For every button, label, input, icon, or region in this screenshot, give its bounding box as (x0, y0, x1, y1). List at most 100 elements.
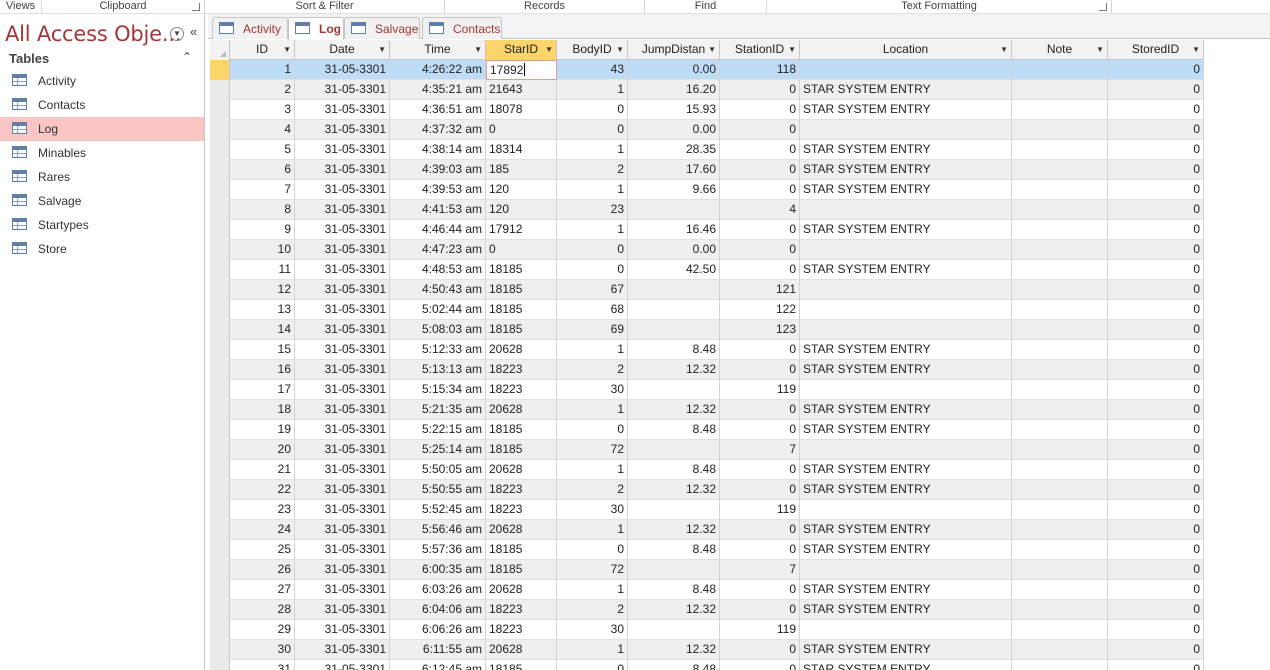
cell-note[interactable] (1012, 480, 1108, 500)
cell-bodyid[interactable]: 0 (557, 540, 628, 560)
cell-storedid[interactable]: 0 (1108, 300, 1204, 320)
column-header-time[interactable]: Time ▼ (390, 40, 486, 60)
cell-stationid[interactable]: 0 (720, 120, 800, 140)
record-selector[interactable] (210, 460, 230, 480)
cell-id[interactable]: 3 (230, 100, 295, 120)
cell-id[interactable]: 14 (230, 320, 295, 340)
cell-stationid[interactable]: 0 (720, 460, 800, 480)
cell-location[interactable]: STAR SYSTEM ENTRY (800, 360, 1012, 380)
record-selector[interactable] (210, 160, 230, 180)
cell-starid[interactable]: 18185 (486, 660, 557, 670)
cell-jumpdistance[interactable]: 0.00 (628, 240, 720, 260)
cell-date[interactable]: 31-05-3301 (295, 160, 390, 180)
cell-location[interactable]: STAR SYSTEM ENTRY (800, 340, 1012, 360)
cell-storedid[interactable]: 0 (1108, 180, 1204, 200)
record-selector[interactable] (210, 360, 230, 380)
cell-note[interactable] (1012, 440, 1108, 460)
cell-bodyid[interactable]: 1 (557, 340, 628, 360)
cell-storedid[interactable]: 0 (1108, 560, 1204, 580)
cell-location[interactable]: STAR SYSTEM ENTRY (800, 220, 1012, 240)
record-selector[interactable] (210, 280, 230, 300)
cell-date[interactable]: 31-05-3301 (295, 200, 390, 220)
cell-jumpdistance[interactable] (628, 620, 720, 640)
cell-stationid[interactable]: 7 (720, 440, 800, 460)
cell-location[interactable]: STAR SYSTEM ENTRY (800, 420, 1012, 440)
nav-item-log[interactable]: Log (0, 117, 204, 141)
select-all-corner[interactable] (210, 40, 230, 60)
cell-starid[interactable]: 18185 (486, 540, 557, 560)
cell-date[interactable]: 31-05-3301 (295, 80, 390, 100)
cell-note[interactable] (1012, 360, 1108, 380)
cell-note[interactable] (1012, 420, 1108, 440)
cell-date[interactable]: 31-05-3301 (295, 620, 390, 640)
cell-location[interactable] (800, 560, 1012, 580)
cell-note[interactable] (1012, 80, 1108, 100)
cell-starid[interactable]: 18223 (486, 500, 557, 520)
cell-jumpdistance[interactable]: 8.48 (628, 340, 720, 360)
cell-location[interactable]: STAR SYSTEM ENTRY (800, 140, 1012, 160)
cell-note[interactable] (1012, 140, 1108, 160)
nav-item-store[interactable]: Store (0, 237, 204, 261)
cell-note[interactable] (1012, 160, 1108, 180)
cell-time[interactable]: 4:39:03 am (390, 160, 486, 180)
cell-storedid[interactable]: 0 (1108, 320, 1204, 340)
cell-id[interactable]: 1 (230, 60, 295, 80)
cell-storedid[interactable]: 0 (1108, 60, 1204, 80)
cell-starid[interactable]: 0 (486, 120, 557, 140)
column-header-bodyid[interactable]: BodyID ▼ (557, 40, 628, 60)
cell-id[interactable]: 19 (230, 420, 295, 440)
record-selector[interactable] (210, 300, 230, 320)
cell-location[interactable] (800, 500, 1012, 520)
cell-location[interactable] (800, 280, 1012, 300)
cell-id[interactable]: 26 (230, 560, 295, 580)
cell-id[interactable]: 15 (230, 340, 295, 360)
cell-date[interactable]: 31-05-3301 (295, 460, 390, 480)
cell-note[interactable] (1012, 520, 1108, 540)
cell-starid[interactable]: 18223 (486, 360, 557, 380)
cell-time[interactable]: 4:48:53 am (390, 260, 486, 280)
cell-note[interactable] (1012, 640, 1108, 660)
cell-storedid[interactable]: 0 (1108, 380, 1204, 400)
cell-date[interactable]: 31-05-3301 (295, 360, 390, 380)
cell-time[interactable]: 4:36:51 am (390, 100, 486, 120)
cell-location[interactable]: STAR SYSTEM ENTRY (800, 80, 1012, 100)
cell-starid[interactable]: 0 (486, 240, 557, 260)
cell-stationid[interactable]: 0 (720, 400, 800, 420)
cell-date[interactable]: 31-05-3301 (295, 580, 390, 600)
filter-dropdown-icon[interactable]: ▼ (474, 40, 482, 59)
filter-dropdown-icon[interactable]: ▼ (1000, 40, 1008, 59)
filter-dropdown-icon[interactable]: ▼ (708, 40, 716, 59)
record-selector[interactable] (210, 500, 230, 520)
cell-note[interactable] (1012, 300, 1108, 320)
cell-date[interactable]: 31-05-3301 (295, 560, 390, 580)
cell-date[interactable]: 31-05-3301 (295, 400, 390, 420)
cell-id[interactable]: 25 (230, 540, 295, 560)
record-selector[interactable] (210, 120, 230, 140)
tab-activity[interactable]: Activity (212, 17, 288, 39)
cell-bodyid[interactable]: 1 (557, 220, 628, 240)
record-selector[interactable] (210, 220, 230, 240)
nav-item-startypes[interactable]: Startypes (0, 213, 204, 237)
cell-jumpdistance[interactable]: 8.48 (628, 460, 720, 480)
filter-dropdown-icon[interactable]: ▼ (545, 40, 553, 59)
dialog-launcher-icon[interactable] (192, 3, 200, 11)
cell-note[interactable] (1012, 400, 1108, 420)
cell-time[interactable]: 5:13:13 am (390, 360, 486, 380)
cell-date[interactable]: 31-05-3301 (295, 120, 390, 140)
cell-date[interactable]: 31-05-3301 (295, 660, 390, 670)
cell-jumpdistance[interactable]: 17.60 (628, 160, 720, 180)
cell-id[interactable]: 21 (230, 460, 295, 480)
record-selector[interactable] (210, 380, 230, 400)
cell-location[interactable]: STAR SYSTEM ENTRY (800, 600, 1012, 620)
cell-time[interactable]: 4:26:22 am (390, 60, 486, 80)
cell-date[interactable]: 31-05-3301 (295, 280, 390, 300)
cell-starid[interactable]: 185 (486, 160, 557, 180)
cell-note[interactable] (1012, 200, 1108, 220)
cell-stationid[interactable]: 122 (720, 300, 800, 320)
cell-time[interactable]: 5:52:45 am (390, 500, 486, 520)
cell-storedid[interactable]: 0 (1108, 400, 1204, 420)
cell-location[interactable] (800, 200, 1012, 220)
cell-id[interactable]: 9 (230, 220, 295, 240)
cell-location[interactable] (800, 440, 1012, 460)
cell-jumpdistance[interactable] (628, 380, 720, 400)
